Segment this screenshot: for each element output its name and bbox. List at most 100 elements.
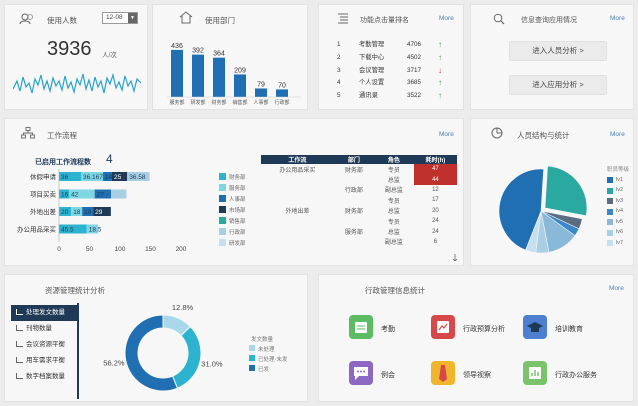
workflow-table-header[interactable]: 耗时(h) bbox=[413, 155, 457, 164]
resource-legend-swatch bbox=[249, 365, 255, 371]
workflow-table: 工作流 部门 角色 耗时(h) 办公用品采买 财务部 专员 47 总监 44 行政部 副总监 12 专员… bbox=[261, 155, 457, 247]
rank-number: 2 bbox=[337, 53, 341, 61]
rank-function-name[interactable]: 下载中心 bbox=[359, 52, 384, 65]
workflow-table-header[interactable]: 角色 bbox=[373, 155, 414, 164]
table-cell: 行政部 bbox=[344, 188, 363, 195]
bar-chart-icon bbox=[16, 325, 23, 331]
workflow-data-label: 36 bbox=[61, 174, 69, 181]
inspection-app-label[interactable]: 领导视察 bbox=[463, 370, 491, 380]
dept-category-label: 行政部 bbox=[274, 99, 289, 106]
table-cell bbox=[334, 195, 374, 205]
query-title: 信息查询应用情况 bbox=[521, 17, 577, 24]
resource-side-item[interactable]: 会议资源平衡 bbox=[11, 337, 79, 353]
dept-bar[interactable] bbox=[255, 88, 267, 97]
table-cell: 财务部 bbox=[344, 167, 363, 174]
personnel-more-link[interactable]: More bbox=[610, 131, 625, 138]
inspection-app-icon[interactable] bbox=[431, 361, 455, 385]
app-analysis-button[interactable]: 进入应用分析 > bbox=[509, 75, 607, 95]
bar-chart-icon bbox=[16, 341, 23, 347]
table-cell: 总监 bbox=[387, 209, 400, 216]
query-more-link[interactable]: More bbox=[610, 15, 625, 22]
table-cell: 外地出差 bbox=[285, 209, 310, 216]
training-app-icon[interactable] bbox=[523, 315, 547, 339]
workflow-legend-label: 市场部 bbox=[229, 206, 246, 214]
training-app-label[interactable]: 培训教育 bbox=[555, 324, 583, 334]
resource-side-item[interactable]: 用车需求平衡 bbox=[11, 353, 79, 369]
rank-function-name[interactable]: 会议管理 bbox=[359, 65, 384, 78]
people-analysis-button[interactable]: 进入人员分析 > bbox=[509, 41, 607, 61]
office-service-app-label[interactable]: 行政办公服务 bbox=[555, 370, 597, 380]
workflow-legend-label: 人事部 bbox=[229, 195, 246, 203]
dept-value-label: 79 bbox=[257, 81, 265, 88]
date-select[interactable]: 12-08 ▼ bbox=[102, 12, 138, 24]
rank-number: 5 bbox=[337, 92, 341, 100]
chevron-down-icon: ▼ bbox=[128, 13, 137, 23]
rank-function-name[interactable]: 考勤管理 bbox=[359, 39, 384, 52]
dept-bar[interactable] bbox=[234, 74, 246, 97]
personnel-legend-swatch bbox=[607, 208, 613, 215]
rank-function-name[interactable]: 通讯录 bbox=[359, 90, 378, 103]
dept-bar[interactable] bbox=[192, 54, 204, 97]
workflow-table-header[interactable]: 工作流 bbox=[261, 155, 334, 164]
meeting-app-label[interactable]: 例会 bbox=[381, 370, 395, 380]
resource-side-item[interactable]: 刊物数量 bbox=[11, 321, 79, 337]
users-sparkline bbox=[13, 72, 141, 95]
users-unit: 人/次 bbox=[102, 52, 117, 59]
office-service-app-icon[interactable] bbox=[523, 361, 547, 385]
resize-handle-icon[interactable] bbox=[452, 254, 458, 261]
resource-side-item[interactable]: 处理发文数量 bbox=[11, 305, 79, 321]
arrow-up-icon: ↑ bbox=[438, 40, 442, 49]
rank-more-link[interactable]: More bbox=[439, 15, 454, 22]
workflow-legend-swatch bbox=[219, 184, 226, 191]
table-cell: 财务部 bbox=[344, 209, 363, 216]
workflow-bar-segment[interactable] bbox=[111, 189, 127, 199]
workflow-legend-label: 财务部 bbox=[229, 173, 246, 181]
workflow-data-label: 29 bbox=[95, 209, 103, 216]
attendance-app-icon[interactable] bbox=[349, 315, 373, 339]
table-cell bbox=[334, 174, 374, 184]
personnel-legend-label: lv3 bbox=[616, 197, 624, 204]
table-cell: 办公用品采买 bbox=[279, 167, 316, 174]
table-cell: 6 bbox=[433, 238, 438, 245]
workflow-data-label: 20 bbox=[61, 209, 69, 216]
workflow-x-tick-label: 0 bbox=[57, 246, 61, 253]
workflow-legend-swatch bbox=[219, 195, 226, 202]
table-row: 办公用品采买 财务部 专员 47 bbox=[261, 164, 457, 175]
personnel-legend-swatch bbox=[607, 177, 613, 183]
budget-app-label[interactable]: 行政预算分析 bbox=[463, 324, 505, 334]
budget-app-icon[interactable] bbox=[431, 315, 455, 339]
workflow-table-header[interactable]: 部门 bbox=[333, 155, 374, 164]
personnel-legend-label: lv7 bbox=[616, 239, 624, 246]
meeting-app-icon[interactable] bbox=[349, 361, 373, 385]
personnel-legend-swatch bbox=[607, 198, 613, 204]
dept-value-label: 436 bbox=[171, 43, 183, 50]
rank-click-count: 3522 bbox=[407, 92, 422, 100]
date-value: 12-08 bbox=[106, 14, 123, 21]
admin-more-link[interactable]: More bbox=[609, 285, 624, 292]
attendance-app-label[interactable]: 考勤 bbox=[381, 324, 395, 334]
resource-legend-label: 未处理 bbox=[258, 346, 275, 353]
workflow-count: 4 bbox=[106, 152, 113, 166]
personnel-legend-swatch bbox=[607, 240, 613, 246]
dept-bar[interactable] bbox=[213, 57, 225, 97]
workflow-more-link[interactable]: More bbox=[439, 131, 454, 138]
pie-chart-icon bbox=[491, 127, 503, 139]
rank-function-name[interactable]: 个人设置 bbox=[359, 77, 384, 90]
resource-percent-label: 56.2% bbox=[103, 359, 125, 368]
resource-side-label: 处理发文数量 bbox=[26, 309, 65, 316]
workflow-data-label: 27 bbox=[97, 192, 105, 199]
table-cell bbox=[261, 226, 334, 236]
table-row: 专员 17 bbox=[261, 195, 457, 205]
personnel-legend-swatch bbox=[607, 187, 613, 194]
rank-click-count: 4706 bbox=[407, 41, 422, 48]
dept-bar[interactable] bbox=[276, 89, 288, 97]
users-icon bbox=[19, 13, 33, 25]
dept-value-label: 70 bbox=[278, 82, 286, 89]
resource-side-item[interactable]: 数字档案数量 bbox=[11, 369, 79, 385]
resource-title: 资源管理统计分析 bbox=[45, 286, 105, 295]
dept-bar[interactable] bbox=[171, 49, 183, 97]
personnel-pie-slice[interactable] bbox=[544, 165, 588, 217]
rank-click-count: 3717 bbox=[407, 66, 422, 74]
table-cell bbox=[261, 195, 334, 205]
resource-donut-slice[interactable] bbox=[171, 325, 202, 389]
